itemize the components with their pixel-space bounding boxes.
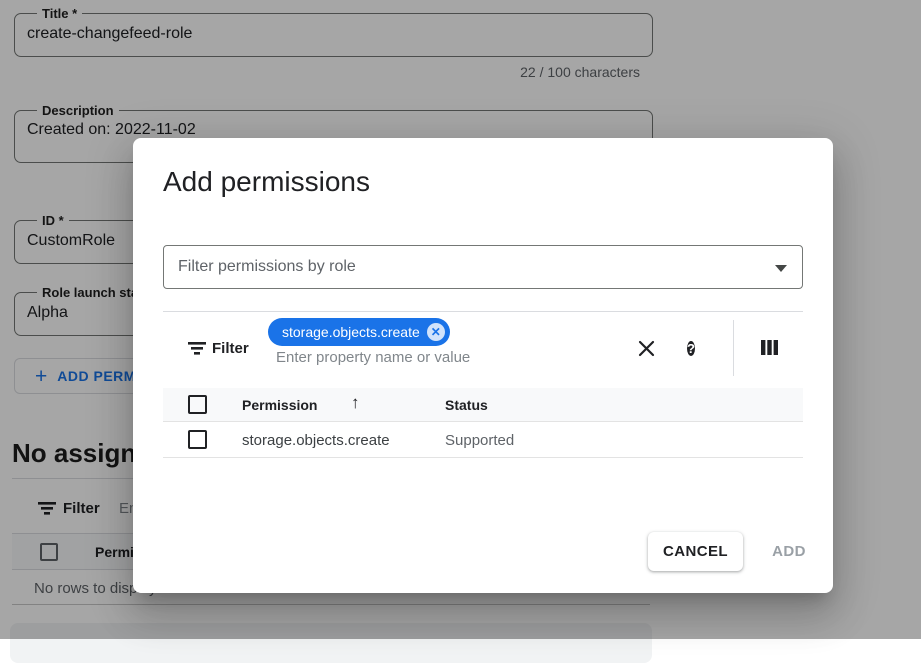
toolbar-divider <box>733 320 734 376</box>
add-permissions-dialog: Add permissions Filter permissions by ro… <box>133 138 833 593</box>
filter-permissions-by-role-select[interactable]: Filter permissions by role <box>163 245 803 289</box>
sort-ascending-icon[interactable]: ↑ <box>351 393 360 413</box>
column-status[interactable]: Status <box>445 397 488 413</box>
filter-chip[interactable]: storage.objects.create ✕ <box>268 318 450 346</box>
chip-close-icon[interactable]: ✕ <box>427 323 445 341</box>
help-icon[interactable]: ? <box>687 339 695 358</box>
add-button[interactable]: ADD <box>763 532 815 571</box>
filter-list-icon <box>188 342 206 355</box>
dialog-filter-label: Filter <box>212 340 249 357</box>
filter-chip-text: storage.objects.create <box>282 324 420 340</box>
dialog-filter-input[interactable] <box>274 346 604 368</box>
dialog-table-header: Permission ↑ Status <box>163 388 803 422</box>
dialog-select-all-checkbox[interactable] <box>188 395 207 414</box>
row-status-value: Supported <box>445 432 514 449</box>
row-permission-value: storage.objects.create <box>242 432 390 449</box>
dialog-title: Add permissions <box>163 166 370 198</box>
clear-filter-icon[interactable] <box>638 340 655 357</box>
table-row[interactable]: storage.objects.create Supported <box>163 422 803 458</box>
chevron-down-icon <box>775 265 787 272</box>
row-checkbox[interactable] <box>188 430 207 449</box>
columns-icon[interactable] <box>761 340 778 355</box>
divider <box>163 311 803 312</box>
role-select-placeholder: Filter permissions by role <box>178 258 356 276</box>
column-permission[interactable]: Permission <box>242 397 317 413</box>
cancel-button[interactable]: CANCEL <box>648 532 743 571</box>
